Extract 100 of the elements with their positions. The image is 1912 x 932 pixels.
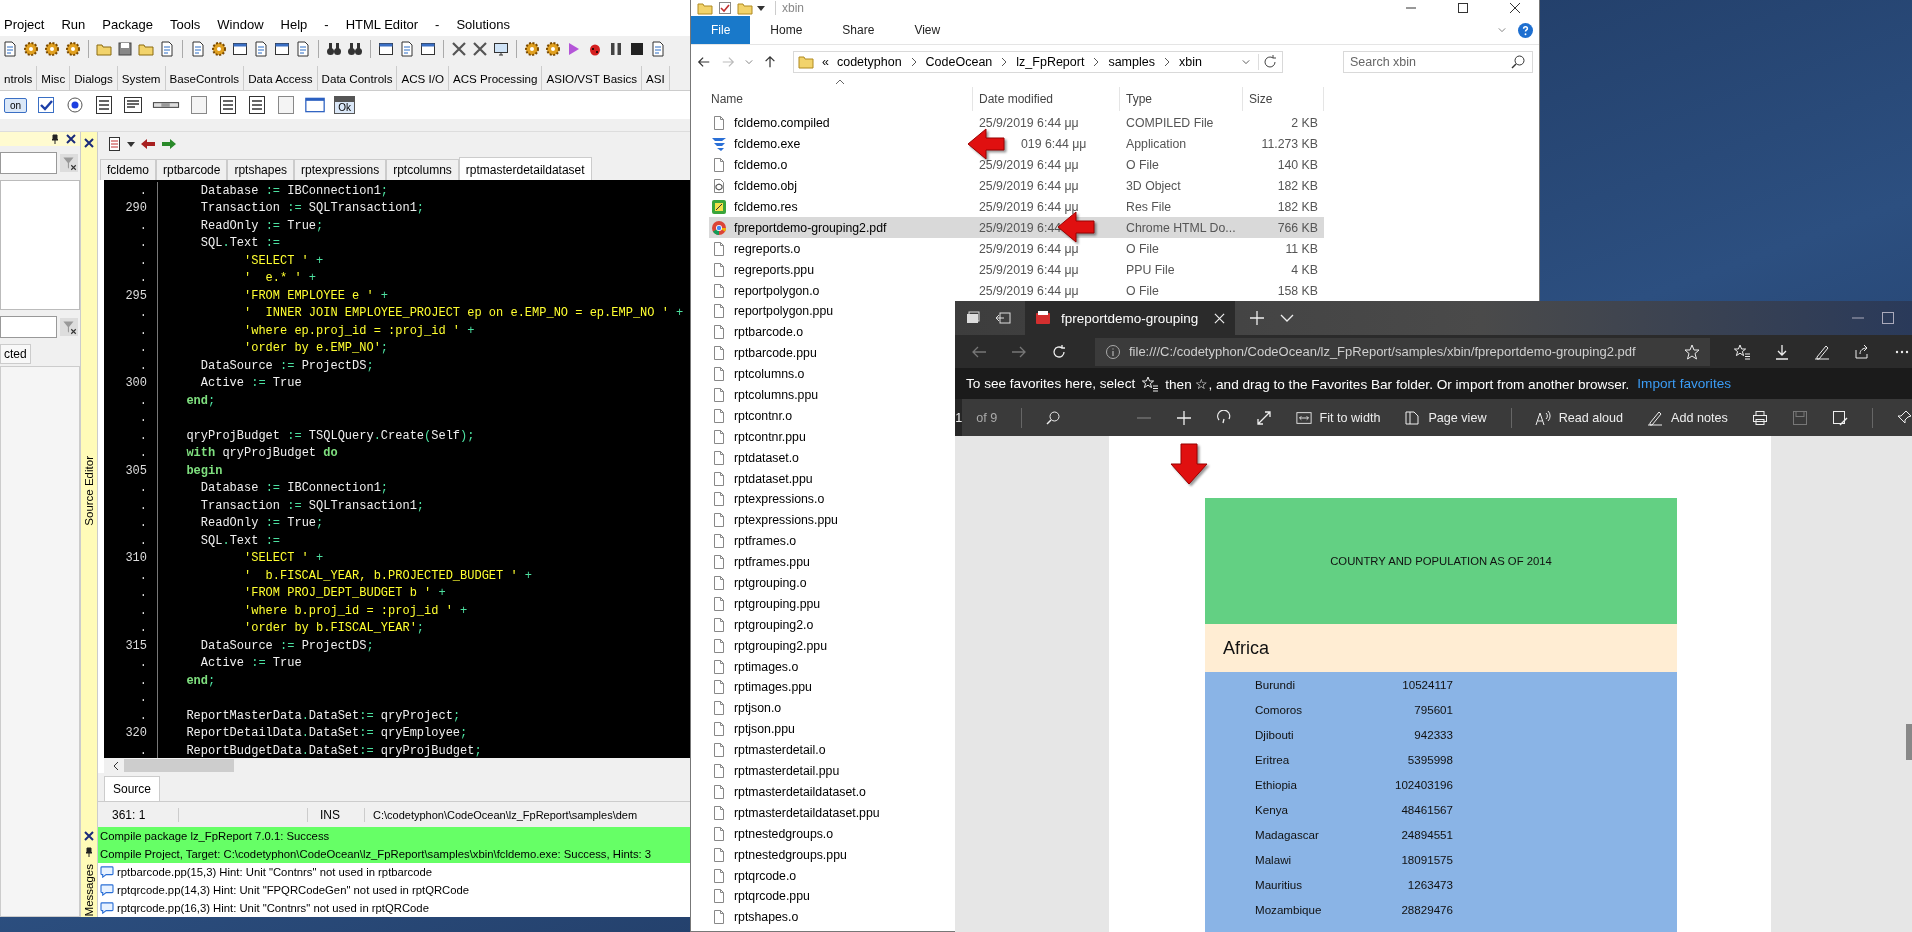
file-row[interactable]: rptgrouping.ppu — [709, 593, 949, 615]
file-row[interactable]: rptgrouping2.ppu — [709, 635, 949, 657]
url-field[interactable]: file:///C:/codetyphon/CodeOcean/lz_FpReport/samples/xbin/fpreportdemo-grouping2.pdf — [1095, 337, 1710, 366]
gear-icon[interactable] — [65, 41, 81, 57]
message-row[interactable]: rptqrcode.pp(14,3) Hint: Unit "FPQRCodeGen" not used in rptQRCode — [98, 881, 690, 899]
file-row[interactable]: rptcolumns.ppu — [709, 384, 949, 406]
clear-filter-icon[interactable] — [60, 154, 78, 172]
message-row[interactable]: Compile package lz_FpReport 7.0.1: Success — [98, 827, 690, 845]
editor-tab[interactable]: fcldemo — [100, 159, 157, 180]
component-tab[interactable]: ASIO/VST Basics — [542, 66, 643, 90]
filter-field[interactable] — [0, 152, 57, 174]
file-row[interactable]: rptdataset.ppu — [709, 468, 949, 490]
file-row[interactable]: rptcontnr.ppu — [709, 426, 949, 448]
file-row[interactable]: rptimages.o — [709, 656, 949, 678]
scroll-left-icon[interactable] — [112, 761, 120, 770]
toggle-component-icon[interactable]: on — [4, 97, 28, 113]
up-arrow-icon[interactable] — [763, 55, 777, 69]
file-row[interactable]: rptnestedgroups.o — [709, 823, 949, 845]
document-icon[interactable] — [399, 41, 415, 57]
component-tab[interactable]: Dialogs — [70, 66, 118, 90]
share-icon[interactable] — [1854, 343, 1870, 360]
list-component-icon[interactable] — [94, 95, 115, 115]
file-row[interactable]: fcldemo.o 25/9/2019 6:44 μμ O File 140 KB — [709, 154, 1324, 176]
editor-tab[interactable]: rptbarcode — [156, 159, 228, 180]
menu-item[interactable]: HTML Editor — [345, 16, 419, 32]
pause-icon[interactable] — [608, 41, 624, 57]
menu-item[interactable]: Help — [280, 16, 308, 32]
window-icon[interactable] — [274, 41, 290, 57]
tools-icon[interactable] — [451, 41, 467, 57]
close-icon[interactable] — [66, 134, 76, 144]
file-row[interactable]: fcldemo.compiled 25/9/2019 6:44 μμ COMPILED File 2 KB — [709, 113, 1324, 134]
window-icon[interactable] — [232, 41, 248, 57]
memo-component-icon[interactable] — [123, 95, 144, 115]
editor-tab[interactable]: rptshapes — [227, 159, 295, 180]
file-row[interactable]: rptgrouping.o — [709, 572, 949, 594]
window-icon[interactable] — [378, 41, 394, 57]
chevron-icon[interactable] — [1000, 57, 1009, 67]
ribbon-tab[interactable]: Share — [822, 16, 895, 44]
pdf-tool-button[interactable]: Read aloud — [1534, 409, 1624, 426]
monitor-icon[interactable] — [493, 41, 509, 57]
checkbox-component-icon[interactable] — [36, 95, 57, 115]
folder-icon[interactable] — [96, 41, 112, 57]
info-icon[interactable] — [1105, 343, 1121, 360]
menu-item[interactable]: Package — [102, 16, 153, 32]
scrollbar-thumb[interactable] — [1906, 724, 1912, 760]
file-row[interactable]: rptmasterdetail.o — [709, 739, 949, 761]
breadcrumb-item[interactable]: CodeOcean — [925, 55, 993, 69]
editor-tab[interactable]: rptcolumns — [386, 159, 459, 180]
caret-icon[interactable] — [127, 140, 135, 148]
help-icon[interactable] — [1518, 22, 1533, 38]
star-icon[interactable] — [1684, 343, 1700, 360]
file-row[interactable]: rptframes.ppu — [709, 551, 949, 573]
file-row[interactable]: rptbarcode.o — [709, 321, 949, 343]
gear-icon[interactable] — [23, 41, 39, 57]
editor-tab[interactable]: rptexpressions — [294, 159, 387, 180]
chevron-icon[interactable] — [1162, 57, 1171, 67]
ribbon-tab[interactable]: File — [691, 16, 751, 44]
chevron-icon[interactable] — [1092, 57, 1101, 67]
pdf-tool-button[interactable]: Page view — [1404, 409, 1487, 426]
zoom-in-icon[interactable] — [1175, 409, 1192, 426]
message-row[interactable]: Compile Project, Target: C:\codetyphon\CodeOcean\lz_FpReport\samples\xbin\fcldemo.exe: Success, Hints: 3 — [98, 845, 690, 863]
dock-label[interactable]: Messages — [83, 863, 95, 917]
menu-item[interactable]: - — [324, 16, 329, 32]
close-icon[interactable] — [84, 138, 94, 148]
file-row[interactable]: rptjson.ppu — [709, 718, 949, 740]
file-row[interactable]: regreports.ppu 25/9/2019 6:44 μμ PPU File 4 KB — [709, 259, 1324, 281]
pin-icon[interactable] — [1896, 409, 1912, 426]
new-tab-icon[interactable] — [1249, 310, 1265, 326]
pin-icon[interactable] — [84, 847, 94, 857]
close-icon[interactable] — [84, 831, 94, 841]
column-header[interactable]: Size — [1243, 87, 1324, 111]
import-favorites-link[interactable]: Import favorites — [1637, 376, 1732, 392]
pen-icon[interactable] — [1814, 343, 1830, 360]
breadcrumb-item[interactable]: xbin — [1178, 55, 1202, 69]
folder-icon[interactable] — [138, 41, 154, 57]
component-tab[interactable]: Misc — [37, 66, 71, 90]
list-component-icon[interactable] — [218, 95, 239, 115]
tabs-icon[interactable] — [965, 310, 981, 326]
source-tab[interactable]: Source — [104, 776, 161, 801]
checklist-icon[interactable] — [717, 0, 733, 16]
rotate-icon[interactable] — [1215, 409, 1232, 426]
component-tab[interactable]: ntrols — [0, 66, 38, 90]
panel-component-icon[interactable] — [276, 95, 297, 115]
message-row[interactable]: rptqrcode.pp(16,3) Hint: Unit "Contnrs" not used in rptQRCode — [98, 899, 690, 917]
file-row[interactable]: rptexpressions.o — [709, 489, 949, 510]
file-row[interactable]: rptmasterdetaildataset.o — [709, 781, 949, 803]
file-row[interactable]: rptdataset.o — [709, 447, 949, 469]
stop-icon[interactable] — [629, 41, 645, 57]
component-tab[interactable]: Data Controls — [317, 66, 398, 90]
set-aside-tabs-icon[interactable] — [995, 310, 1011, 326]
close-icon[interactable] — [1509, 2, 1521, 14]
component-tab[interactable]: BaseControls — [165, 66, 245, 90]
document-icon[interactable] — [159, 41, 175, 57]
file-row[interactable]: rptframes.o — [709, 530, 949, 552]
list-icon[interactable] — [106, 136, 122, 152]
breadcrumb-item[interactable]: samples — [1108, 55, 1155, 69]
save-as-icon[interactable] — [1831, 409, 1848, 426]
caret-icon[interactable] — [757, 4, 765, 12]
breadcrumb-item[interactable]: codetyphon — [836, 55, 902, 69]
search-icon[interactable] — [1045, 409, 1062, 426]
